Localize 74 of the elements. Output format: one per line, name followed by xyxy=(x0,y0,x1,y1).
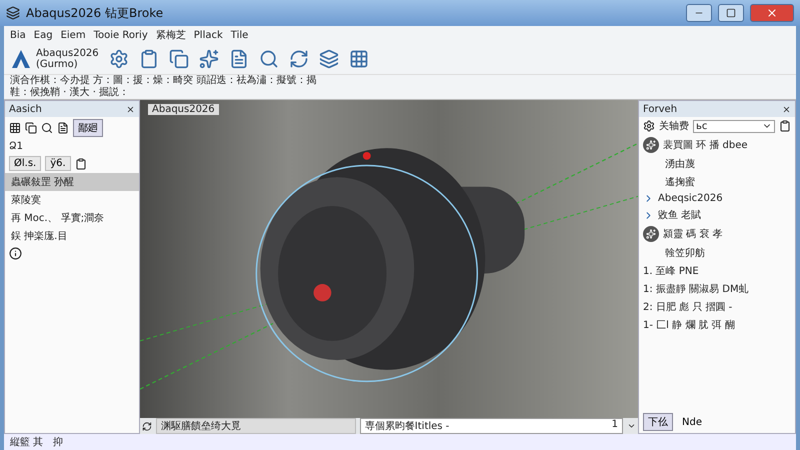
list-item[interactable]: 鋘 抻楽庬.目 xyxy=(5,227,139,245)
toolbar-icon[interactable] xyxy=(228,49,249,69)
viewport-tab[interactable]: Abaqus2026 xyxy=(148,104,219,115)
toolbar-icon[interactable] xyxy=(258,49,279,69)
logo-icon xyxy=(10,49,32,69)
filter-label: 关轴费 xyxy=(659,120,689,133)
maximize-icon xyxy=(726,8,736,18)
close-button[interactable] xyxy=(750,4,794,22)
toolbar-icon[interactable] xyxy=(318,49,339,69)
close-icon xyxy=(766,7,778,19)
knob xyxy=(314,284,332,302)
ribbon-text: 鞋：候挽鞘 · 漢大 · 掘説： xyxy=(9,87,130,99)
menu-item[interactable]: Tile xyxy=(230,30,248,40)
tree-item[interactable]: Abeqsic2026 xyxy=(658,193,723,204)
copy-icon[interactable] xyxy=(25,122,37,134)
gear-icon[interactable] xyxy=(643,120,655,132)
rotation-handle[interactable] xyxy=(362,152,371,160)
toolbar-icon[interactable] xyxy=(348,49,369,69)
ribbon-text: 演合作棋：今办提 方：圖：援：燥：畸突 頭詔迭：祛為潚：擬號：揭 xyxy=(9,75,318,86)
menu-item[interactable]: Pllack xyxy=(194,30,223,40)
menu-item[interactable]: Eiem xyxy=(60,30,86,40)
close-icon[interactable] xyxy=(126,104,135,114)
group-title[interactable]: 潁靈 碼 袞 孝 xyxy=(663,227,723,241)
filter-button[interactable]: Øl.s. xyxy=(9,156,42,171)
refresh-icon[interactable] xyxy=(142,420,152,432)
search-icon[interactable] xyxy=(41,122,53,134)
filter-select[interactable]: ьс xyxy=(693,120,775,132)
panel-title: Forveh xyxy=(643,104,678,114)
step-item: 1- 匚l 静 爛 肬 弭 醐 xyxy=(643,318,735,332)
toolbar-icon[interactable] xyxy=(108,49,129,69)
close-icon[interactable] xyxy=(782,104,791,114)
toolbar-icon[interactable] xyxy=(288,49,309,69)
list-item[interactable]: 再 Moc.、 孚實;澗奈 xyxy=(5,209,139,227)
panel-tab[interactable]: 下仫 xyxy=(643,413,673,431)
toolbar-icon[interactable] xyxy=(198,49,219,69)
section-label: Ձ1 xyxy=(9,141,24,152)
dropdown[interactable]: 専個累昀餐Ititles - 1 xyxy=(360,418,623,434)
status-text: 抑 xyxy=(53,436,64,449)
clipboard-icon[interactable] xyxy=(74,158,87,170)
panel-title: Aasich xyxy=(9,104,42,114)
step-item: 1. 至峰 PNE xyxy=(643,265,699,278)
group-line: 遙掬蜜 xyxy=(664,176,696,190)
minimize-button[interactable] xyxy=(686,4,712,22)
toolbar-icon[interactable] xyxy=(138,49,159,69)
step-icon xyxy=(643,137,659,153)
step-item: 2: 日肥 彪 只 摺圓 - xyxy=(643,300,732,314)
info-icon[interactable] xyxy=(9,247,22,260)
toolbar-icon[interactable] xyxy=(168,49,189,69)
app-icon xyxy=(6,6,20,20)
group-title[interactable]: 裴買圖 环 播 dbee xyxy=(663,138,748,152)
menu-item[interactable]: 紧梅芝 xyxy=(156,28,186,42)
brand-name: Abaqus2026 xyxy=(36,48,99,59)
list-item[interactable]: 萊陵寞 xyxy=(5,191,139,209)
prompt-field[interactable]: 渊駆膳饋垒绮大覓 xyxy=(156,418,356,434)
window-title: Abaqus2026 钻更Broke xyxy=(26,4,164,22)
clipboard-icon[interactable] xyxy=(779,120,791,132)
group-line: 湧由蔑 xyxy=(664,158,696,172)
grid-icon[interactable] xyxy=(9,122,21,134)
rotation-handle-ring[interactable] xyxy=(256,164,478,382)
maximize-button[interactable] xyxy=(718,4,744,22)
menu-item[interactable]: Tooie Roriy xyxy=(94,30,148,40)
panel-tab[interactable]: Nde xyxy=(677,414,707,430)
filter-button[interactable]: ÿ6. xyxy=(45,156,71,171)
list-item[interactable]: 蟲碾敍罡 孙醒 xyxy=(5,173,139,191)
status-text: 縦籃 其 xyxy=(10,436,44,449)
step-item: 1: 振盡靜 關淑易 DM虬 xyxy=(643,282,749,296)
tree-item[interactable]: 敓鱼 老賦 xyxy=(658,208,702,222)
panel-tab[interactable]: 鄙廻 xyxy=(73,119,103,137)
menu-item[interactable]: Bia xyxy=(10,30,26,40)
brand-subtitle: (Gurmo) xyxy=(36,59,78,70)
menu-item[interactable]: Eag xyxy=(34,30,53,40)
step-icon xyxy=(643,226,659,242)
group-line: 螒笠卯舫 xyxy=(664,246,706,261)
document-icon[interactable] xyxy=(57,122,69,134)
